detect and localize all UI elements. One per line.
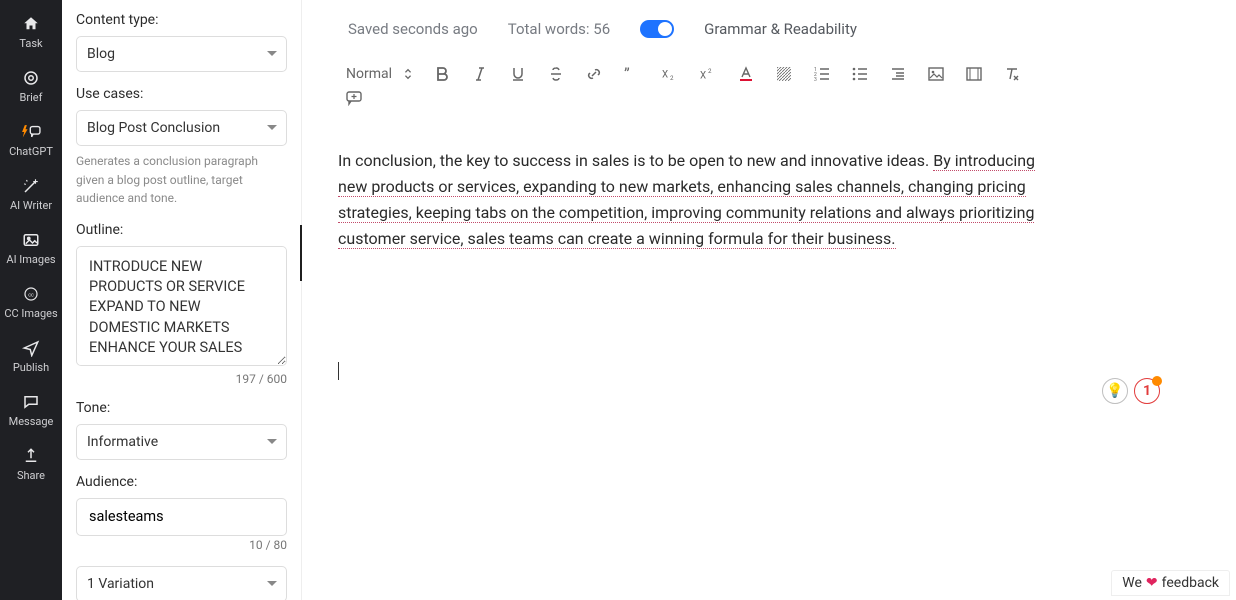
tone-label: Tone:: [76, 400, 287, 416]
paragraph-style-value: Normal: [346, 66, 392, 82]
underline-button[interactable]: [510, 66, 526, 82]
rail-label: AI Writer: [10, 199, 52, 212]
issue-count-badge[interactable]: 1: [1134, 378, 1160, 404]
clear-format-button[interactable]: [1004, 66, 1020, 82]
feedback-tab[interactable]: We ❤ feedback: [1111, 570, 1230, 596]
rail-label: Share: [17, 469, 45, 482]
send-icon: [19, 338, 43, 358]
svg-text:3: 3: [814, 77, 817, 82]
highlight-button[interactable]: [776, 66, 792, 82]
editor-toolbar: Normal ” X2 X2 123: [346, 66, 1208, 82]
target-icon: [19, 68, 43, 88]
blockquote-button[interactable]: ”: [624, 66, 640, 82]
rail-item-chatgpt[interactable]: ChatGPT: [0, 114, 62, 168]
audience-label: Audience:: [76, 474, 287, 490]
bolt-chat-icon: [19, 122, 43, 142]
svg-text:X: X: [700, 70, 706, 81]
rail-item-task[interactable]: Task: [0, 6, 62, 60]
variations-select[interactable]: 1 Variation: [76, 566, 287, 600]
image-ai-icon: [19, 230, 43, 250]
svg-text:cc: cc: [28, 292, 34, 298]
content-plain: In conclusion, the key to success in sal…: [338, 151, 933, 170]
strikethrough-button[interactable]: [548, 66, 564, 82]
image-button[interactable]: [928, 66, 944, 82]
saved-status: Saved seconds ago: [348, 20, 478, 38]
rail-label: ChatGPT: [9, 145, 53, 158]
magic-wand-icon: [19, 176, 43, 196]
heart-icon: ❤: [1146, 575, 1158, 591]
use-cases-label: Use cases:: [76, 86, 287, 102]
use-cases-hint: Generates a conclusion paragraph given a…: [76, 152, 287, 208]
audience-input[interactable]: [76, 498, 287, 536]
content-type-select[interactable]: Blog: [76, 36, 287, 72]
subscript-button[interactable]: X2: [662, 66, 678, 82]
settings-panel: Content type: Blog Use cases: Blog Post …: [62, 0, 302, 600]
text-color-button[interactable]: [738, 66, 754, 82]
outline-textarea[interactable]: [76, 246, 287, 366]
cc-icon: cc: [19, 284, 43, 304]
sort-icon: [404, 68, 412, 80]
text-cursor: [338, 362, 339, 380]
rail-item-share[interactable]: Share: [0, 438, 62, 492]
link-button[interactable]: [586, 66, 602, 82]
svg-text:2: 2: [670, 74, 674, 82]
word-count: Total words: 56: [508, 20, 610, 38]
status-bar: Saved seconds ago Total words: 56 Gramma…: [348, 20, 1208, 38]
editor-main: Saved seconds ago Total words: 56 Gramma…: [302, 0, 1236, 600]
use-cases-select[interactable]: Blog Post Conclusion: [76, 110, 287, 146]
grammar-toggle[interactable]: [640, 20, 674, 38]
svg-text:X: X: [662, 70, 668, 81]
tone-select[interactable]: Informative: [76, 424, 287, 460]
comment-button[interactable]: [346, 90, 362, 106]
content-type-label: Content type:: [76, 12, 287, 28]
video-button[interactable]: [966, 66, 982, 82]
rail-item-ai-images[interactable]: AI Images: [0, 222, 62, 276]
unordered-list-button[interactable]: [852, 66, 868, 82]
rail-label: CC Images: [4, 307, 57, 320]
rail-label: Task: [19, 37, 42, 50]
rail-item-cc-images[interactable]: cc CC Images: [0, 276, 62, 330]
icon-rail: Task Brief ChatGPT AI Writer AI Images c…: [0, 0, 62, 600]
upload-icon: [19, 446, 43, 466]
rail-label: Message: [9, 415, 54, 428]
rail-item-message[interactable]: Message: [0, 384, 62, 438]
bold-button[interactable]: [434, 66, 450, 82]
svg-text:2: 2: [708, 67, 712, 75]
italic-button[interactable]: [472, 66, 488, 82]
outline-counter: 197 / 600: [76, 372, 287, 386]
home-icon: [19, 14, 43, 34]
rail-item-ai-writer[interactable]: AI Writer: [0, 168, 62, 222]
hint-bulb[interactable]: 💡: [1102, 378, 1128, 404]
rail-label: AI Images: [6, 253, 55, 266]
rail-label: Brief: [20, 91, 43, 104]
grammar-toggle-label: Grammar & Readability: [704, 20, 857, 38]
hint-pins: 💡 1: [1102, 378, 1160, 404]
chat-icon: [19, 392, 43, 412]
audience-counter: 10 / 80: [76, 538, 287, 552]
outline-label: Outline:: [76, 222, 287, 238]
rail-label: Publish: [13, 361, 49, 374]
superscript-button[interactable]: X2: [700, 66, 716, 82]
rail-item-brief[interactable]: Brief: [0, 60, 62, 114]
indent-button[interactable]: [890, 66, 906, 82]
paragraph-style-select[interactable]: Normal: [346, 66, 412, 82]
svg-text:”: ”: [624, 66, 630, 82]
editor-content[interactable]: In conclusion, the key to success in sal…: [338, 148, 1058, 388]
rail-item-publish[interactable]: Publish: [0, 330, 62, 384]
ordered-list-button[interactable]: 123: [814, 66, 830, 82]
